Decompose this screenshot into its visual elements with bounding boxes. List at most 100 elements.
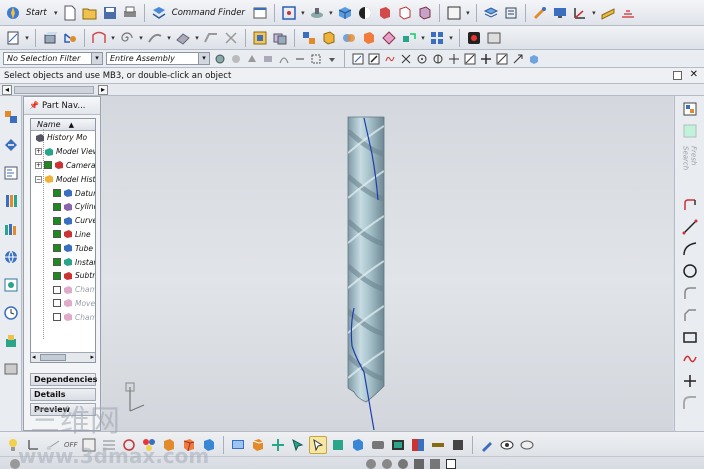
palette-grid-icon[interactable] [681, 100, 699, 118]
toolbar-scrollbar[interactable] [14, 86, 94, 94]
bar-icon[interactable] [429, 436, 447, 454]
off-label[interactable]: OFF [64, 441, 78, 449]
model-shade-icon[interactable] [160, 436, 178, 454]
print-icon[interactable] [121, 4, 139, 22]
body-select-icon[interactable] [261, 52, 274, 65]
orient-view-icon[interactable] [376, 4, 394, 22]
part-navigator-tree[interactable]: Name ▲ History Mo + Model Views + Cameras − Mo… [30, 118, 96, 363]
visibility-checkbox[interactable] [53, 271, 61, 280]
blue-cube-icon[interactable] [200, 436, 218, 454]
snap-grid-icon[interactable] [479, 52, 492, 65]
render-style-icon[interactable] [356, 4, 374, 22]
reposition-icon[interactable] [400, 29, 418, 47]
shaded-cube-icon[interactable] [336, 4, 354, 22]
monitor-icon[interactable] [229, 436, 247, 454]
pin-icon[interactable]: 📌 [29, 101, 39, 110]
pattern-dropdown-icon[interactable]: ▾ [448, 34, 454, 42]
new-file-icon[interactable] [61, 4, 79, 22]
edit-object-icon[interactable] [531, 4, 549, 22]
gray-solid-icon[interactable] [369, 436, 387, 454]
pattern-icon[interactable] [428, 29, 446, 47]
tree-item[interactable]: Tube [31, 241, 95, 255]
snap-quadrant-icon[interactable] [431, 52, 444, 65]
snap-point-icon[interactable] [447, 52, 460, 65]
sort-icon[interactable]: ▲ [69, 121, 74, 129]
background-dropdown-icon[interactable]: ▾ [465, 9, 471, 17]
component-icon[interactable] [320, 29, 338, 47]
macro-icon[interactable] [485, 29, 503, 47]
close-icon[interactable]: ✕ [690, 69, 698, 80]
tree-item[interactable]: + Cameras [31, 159, 95, 173]
spiral-icon[interactable] [118, 29, 136, 47]
tree-item[interactable]: Datum [31, 186, 95, 200]
curve-icon[interactable] [90, 29, 108, 47]
edge-select-icon[interactable] [293, 52, 306, 65]
grid-toggle-icon[interactable] [100, 436, 118, 454]
save-icon[interactable] [101, 4, 119, 22]
circle-icon[interactable] [681, 262, 699, 280]
sweep-dropdown-icon[interactable]: ▾ [166, 34, 172, 42]
revolve-icon[interactable] [61, 29, 79, 47]
extrude-icon[interactable] [41, 29, 59, 47]
visibility-checkbox[interactable] [53, 202, 61, 211]
pen-icon[interactable] [478, 436, 496, 454]
offset-icon[interactable] [202, 29, 220, 47]
visibility-checkbox[interactable] [53, 230, 61, 239]
arc-icon[interactable] [681, 240, 699, 258]
snap-slash-icon[interactable] [495, 52, 508, 65]
snap-body-icon[interactable] [527, 52, 540, 65]
selection-filter-select[interactable]: No Selection Filter ▾ [3, 52, 103, 65]
chamfer-icon[interactable] [681, 306, 699, 324]
tree-item[interactable]: Instance [31, 255, 95, 269]
rotate-dropdown-icon[interactable]: ▾ [328, 9, 334, 17]
snap-tangent-icon[interactable] [463, 52, 476, 65]
color-map-icon[interactable] [409, 436, 427, 454]
visibility-checkbox[interactable] [53, 244, 61, 253]
layer-cube-icon[interactable] [416, 4, 434, 22]
select-all-icon[interactable] [229, 52, 242, 65]
visibility-checkbox[interactable] [53, 258, 61, 267]
wcs-icon[interactable] [571, 4, 589, 22]
reposition-dropdown-icon[interactable]: ▾ [420, 34, 426, 42]
start-icon[interactable] [4, 4, 22, 22]
scroll-thumb[interactable] [40, 354, 66, 361]
constraint-icon[interactable] [340, 29, 358, 47]
mate-icon[interactable] [360, 29, 378, 47]
copy-layer-icon[interactable] [502, 4, 520, 22]
select-tool-icon[interactable] [289, 436, 307, 454]
tree-item[interactable]: Line [31, 228, 95, 242]
lightbulb-icon[interactable] [4, 436, 22, 454]
horizontal-scrollbar[interactable]: ◂ ▸ [31, 352, 95, 362]
fillet-icon[interactable] [681, 284, 699, 302]
visibility-checkbox[interactable] [53, 216, 61, 225]
drill-bit-model[interactable] [347, 116, 385, 431]
offset-curve-icon[interactable] [681, 394, 699, 412]
column-header[interactable]: Name ▲ [31, 119, 95, 131]
explode-icon[interactable] [380, 29, 398, 47]
curve-select-icon[interactable] [277, 52, 290, 65]
command-finder-button[interactable]: Command Finder [172, 8, 245, 18]
point-icon[interactable] [681, 372, 699, 390]
boolean-icon[interactable] [271, 29, 289, 47]
round-icon[interactable] [382, 458, 392, 469]
tree-item[interactable]: + Model Views [31, 145, 95, 159]
web-browser-icon[interactable] [1, 246, 21, 268]
measure-icon[interactable] [599, 4, 617, 22]
part-navigator-icon[interactable] [1, 162, 21, 184]
assembly-navigator-icon[interactable] [1, 106, 21, 128]
scroll-left-icon[interactable]: ◂ [32, 353, 36, 361]
assembly-icon[interactable] [300, 29, 318, 47]
dimension-icon[interactable] [44, 436, 62, 454]
palette-icon[interactable] [1, 274, 21, 296]
tree-item[interactable]: Curve [31, 214, 95, 228]
round-icon[interactable] [366, 458, 376, 469]
display-icon[interactable] [551, 4, 569, 22]
search-icon[interactable] [681, 122, 699, 140]
palette-color-icon[interactable] [140, 436, 158, 454]
snap-line-icon[interactable] [367, 52, 380, 65]
rectangle-icon[interactable] [681, 328, 699, 346]
expand-toggle-icon[interactable]: − [35, 175, 42, 183]
tree-item[interactable]: Cylinder [31, 200, 95, 214]
visibility-checkbox[interactable] [44, 161, 52, 170]
curve-dropdown-icon[interactable]: ▾ [110, 34, 116, 42]
